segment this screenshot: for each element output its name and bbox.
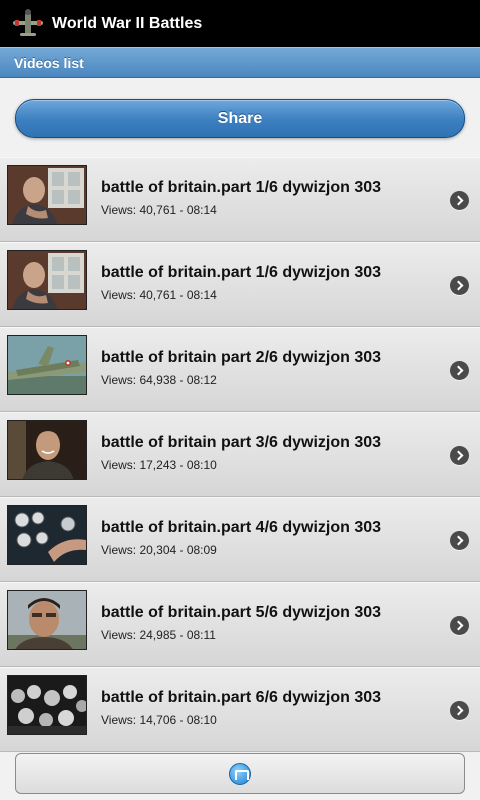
chevron-right-icon[interactable] [450, 191, 469, 210]
video-thumbnail [7, 675, 87, 735]
video-title: battle of britain.part 4/6 dywizjon 303 [101, 519, 382, 536]
chevron-right-icon[interactable] [450, 531, 469, 550]
video-thumbnail [7, 590, 87, 650]
chevron-right-icon[interactable] [450, 276, 469, 295]
share-button[interactable]: Share [15, 99, 465, 138]
list-item[interactable]: battle of britain.part 4/6 dywizjon 303 … [0, 497, 480, 582]
video-title: battle of britain.part 5/6 dywizjon 303 [101, 604, 382, 621]
video-meta: Views: 64,938 - 08:12 [101, 373, 217, 387]
share-area: Share [0, 78, 480, 157]
video-thumbnail [7, 420, 87, 480]
list-item[interactable]: battle of britain.part 6/6 dywizjon 303 … [0, 667, 480, 752]
video-title: battle of britain.part 1/6 dywizjon 303 [101, 264, 382, 281]
chevron-right-icon[interactable] [450, 701, 469, 720]
video-title: battle of britain.part 1/6 dywizjon 303 [101, 179, 382, 196]
bookmark-icon[interactable] [229, 762, 251, 785]
chevron-right-icon[interactable] [450, 361, 469, 380]
list-item[interactable]: battle of britain.part 1/6 dywizjon 303 … [0, 157, 480, 242]
video-list: battle of britain.part 1/6 dywizjon 303 … [0, 157, 480, 752]
app-titlebar: World War II Battles [0, 0, 480, 47]
videos-list-header: Videos list [0, 47, 480, 78]
footer [0, 752, 480, 800]
video-meta: Views: 20,304 - 08:09 [101, 543, 217, 557]
app-title: World War II Battles [52, 14, 203, 32]
list-item[interactable]: battle of britain part 2/6 dywizjon 303 … [0, 327, 480, 412]
list-item[interactable]: battle of britain part 3/6 dywizjon 303 … [0, 412, 480, 497]
video-meta: Views: 24,985 - 08:11 [101, 628, 216, 642]
chevron-right-icon[interactable] [450, 446, 469, 465]
video-title: battle of britain part 3/6 dywizjon 303 [101, 434, 382, 451]
video-title: battle of britain part 2/6 dywizjon 303 [101, 349, 382, 366]
list-item[interactable]: battle of britain.part 5/6 dywizjon 303 … [0, 582, 480, 667]
footer-bar [15, 753, 465, 794]
video-meta: Views: 40,761 - 08:14 [101, 288, 217, 302]
video-meta: Views: 40,761 - 08:14 [101, 203, 217, 217]
video-meta: Views: 17,243 - 08:10 [101, 458, 217, 472]
video-thumbnail [7, 335, 87, 395]
chevron-right-icon[interactable] [450, 616, 469, 635]
video-thumbnail [7, 250, 87, 310]
list-item[interactable]: battle of britain.part 1/6 dywizjon 303 … [0, 242, 480, 327]
videos-list-title: Videos list [14, 54, 84, 71]
video-title: battle of britain.part 6/6 dywizjon 303 [101, 689, 382, 706]
video-thumbnail [7, 505, 87, 565]
video-meta: Views: 14,706 - 08:10 [101, 713, 217, 727]
plane-icon [13, 8, 43, 36]
video-thumbnail [7, 165, 87, 225]
